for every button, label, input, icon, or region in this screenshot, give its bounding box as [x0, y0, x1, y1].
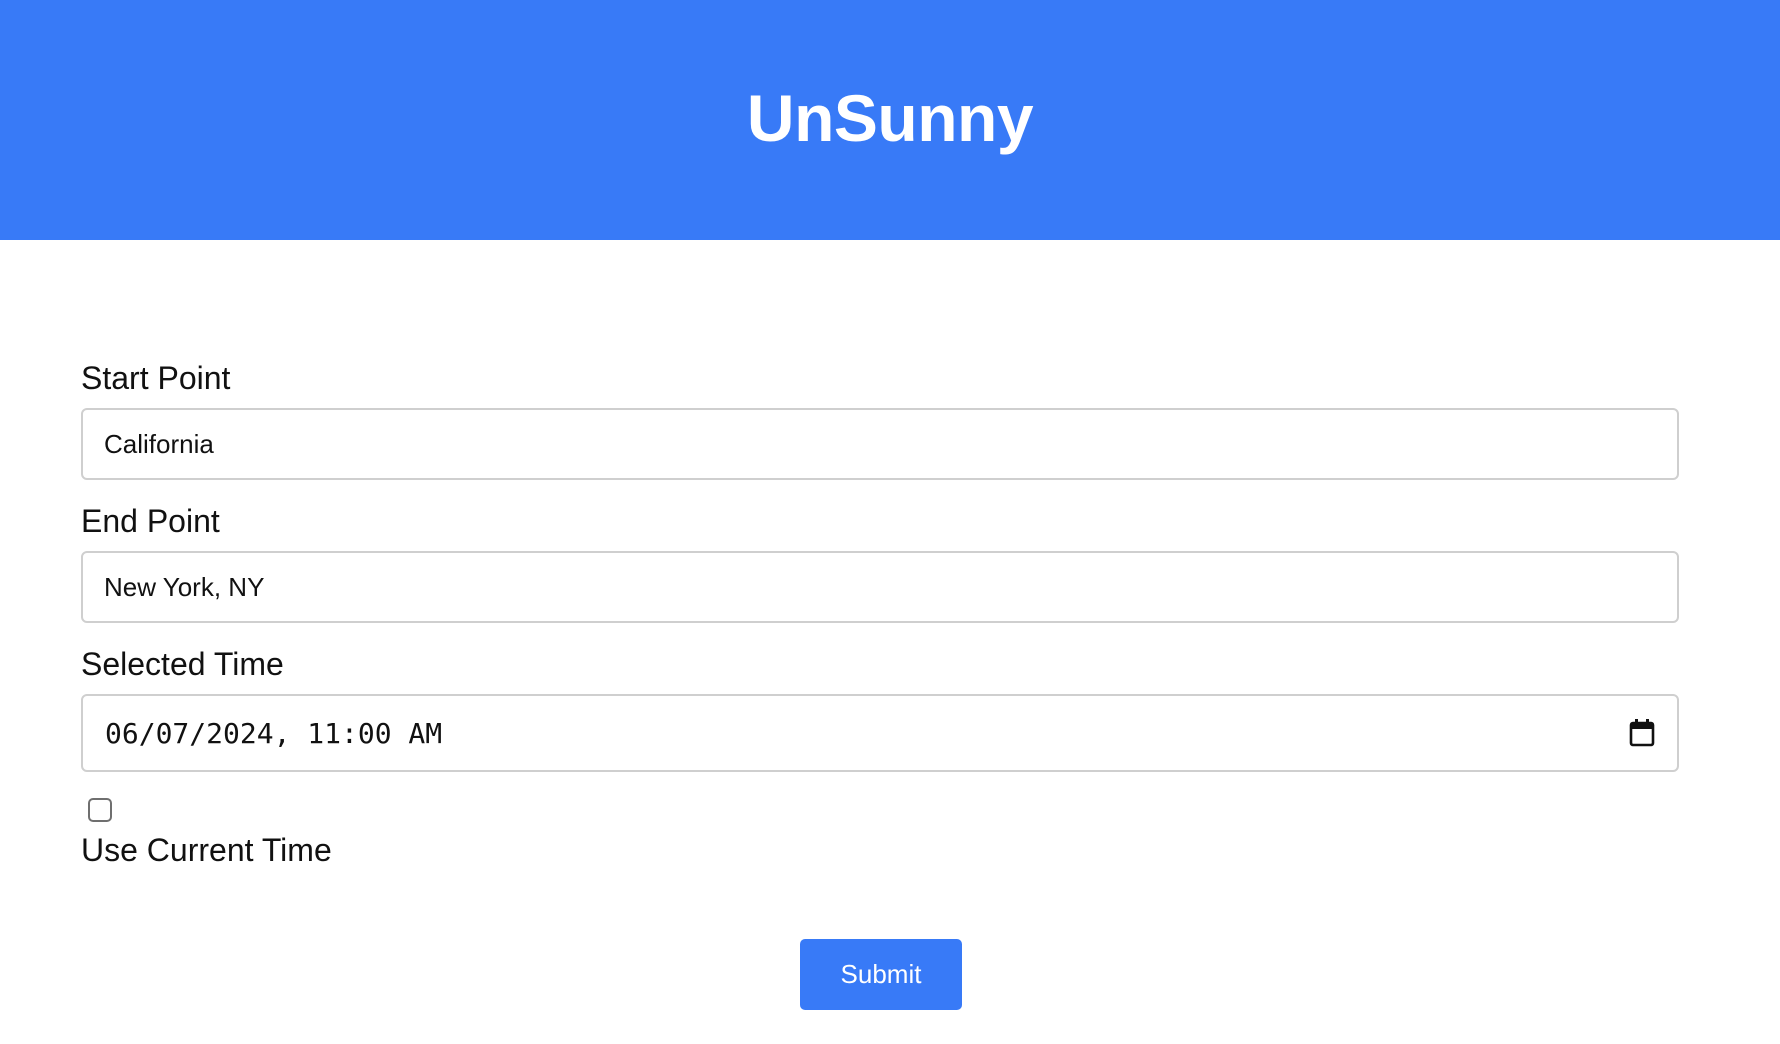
use-current-time-label: Use Current Time [81, 832, 332, 868]
selected-time-value: 06/07/2024, 11:00 AM [105, 716, 443, 750]
submit-button[interactable]: Submit [800, 939, 962, 1010]
start-point-input[interactable]: California [81, 408, 1679, 480]
end-point-value: New York, NY [104, 571, 265, 602]
start-point-label: Start Point [81, 360, 231, 396]
selected-time-label: Selected Time [81, 646, 284, 682]
selected-time-input[interactable]: 06/07/2024, 11:00 AM [81, 694, 1679, 772]
app-header: UnSunny [0, 0, 1780, 240]
calendar-icon[interactable] [1629, 719, 1655, 747]
end-point-label: End Point [81, 503, 220, 539]
app-title: UnSunny [746, 81, 1034, 155]
end-point-input[interactable]: New York, NY [81, 551, 1679, 623]
use-current-time-checkbox[interactable] [88, 798, 112, 822]
start-point-value: California [104, 428, 214, 459]
